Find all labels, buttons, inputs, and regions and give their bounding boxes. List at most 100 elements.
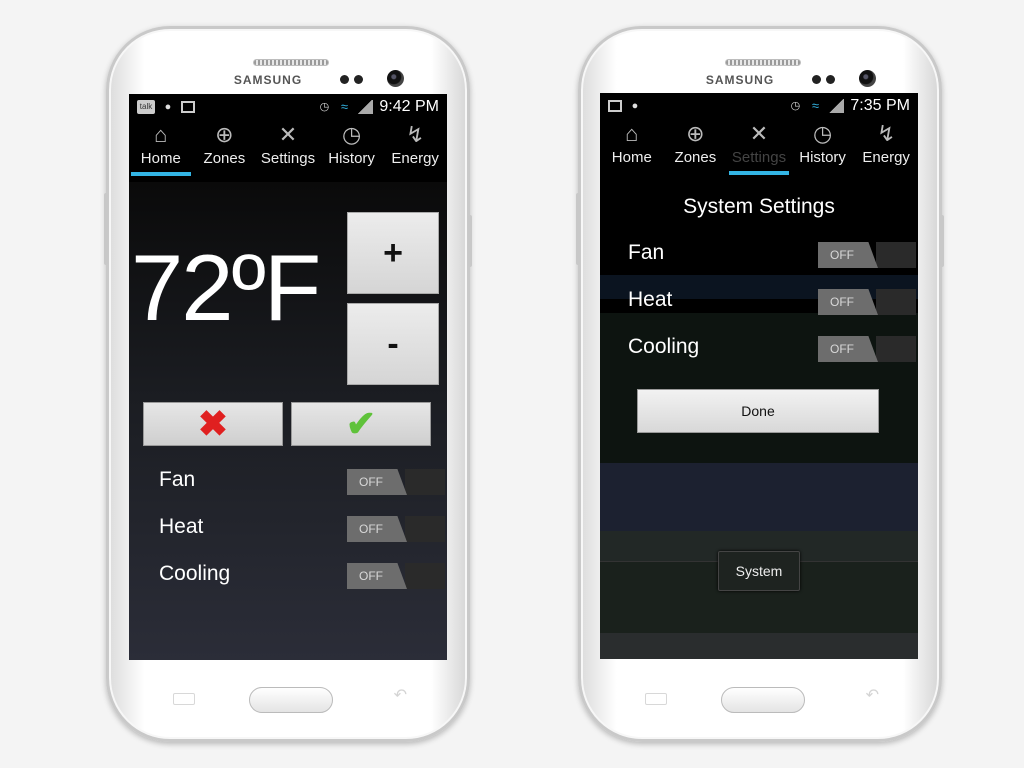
tab-label: Home (140, 150, 181, 167)
signal-icon (828, 99, 845, 113)
lightning-icon: ↯ (405, 122, 425, 147)
tab-label: Settings (260, 150, 316, 167)
menu-key[interactable] (173, 693, 195, 705)
earpiece-speaker (725, 59, 801, 66)
tab-energy[interactable]: ↯ Energy (854, 121, 918, 177)
back-key[interactable]: ↶ (394, 685, 407, 705)
increase-temp-button[interactable]: + (347, 212, 439, 294)
phone-right: SAMSUNG ● ◷ ≈ 7:35 PM ⌂ Home ⊕ Zones ✕ S… (576, 26, 944, 742)
toggle-state: OFF (347, 563, 407, 589)
setting-label: Heat (159, 515, 204, 538)
setting-label: Cooling (159, 562, 231, 585)
setting-row-fan: Fan OFF (600, 237, 918, 273)
cooling-toggle[interactable]: OFF (347, 563, 445, 589)
lightning-icon: ↯ (876, 121, 896, 146)
tab-label: Energy (391, 150, 439, 167)
target-icon: ⊕ (215, 122, 234, 147)
home-icon: ⌂ (154, 122, 168, 147)
brand-logo: SAMSUNG (233, 73, 303, 87)
tab-zones[interactable]: ⊕ Zones (664, 121, 728, 177)
tab-settings[interactable]: ✕ Settings (727, 121, 791, 177)
tab-label: History (328, 150, 375, 167)
setting-row-heat: Heat OFF (129, 511, 447, 547)
wrench-icon: ✕ (749, 121, 769, 146)
setting-row-cooling: Cooling OFF (600, 331, 918, 367)
fan-toggle[interactable]: OFF (347, 469, 445, 495)
tab-history[interactable]: ◷ History (320, 122, 384, 178)
tab-zones[interactable]: ⊕ Zones (193, 122, 257, 178)
cooling-toggle[interactable]: OFF (818, 336, 916, 362)
tab-home[interactable]: ⌂ Home (129, 122, 193, 178)
stage: SAMSUNG talk ● ◷ ≈ 9:42 PM ⌂ Home ⊕ Zone… (0, 0, 1024, 768)
wifi-icon: ≈ (811, 98, 819, 113)
proximity-sensor (340, 75, 349, 84)
person-icon: ● (631, 100, 639, 112)
proximity-sensor (812, 75, 821, 84)
fan-toggle[interactable]: OFF (818, 242, 916, 268)
setting-row-fan: Fan OFF (129, 464, 447, 500)
status-bar: ● ◷ ≈ 7:35 PM (600, 93, 918, 119)
tab-label: Energy (862, 149, 910, 166)
stopwatch-icon: ◷ (341, 122, 362, 147)
toggle-state: OFF (818, 289, 878, 315)
background-band (600, 633, 918, 659)
tab-label: Settings (731, 149, 787, 166)
stopwatch-icon: ◷ (812, 121, 833, 146)
power-key (940, 215, 944, 267)
checkmark-icon: ✔ (345, 403, 377, 444)
system-settings-dialog: System Settings Fan OFF Heat OFF Cooling (600, 181, 918, 659)
home-panel: 72ºF + - ✖ ✔ Fan OFF Heat OFF Cooling OF… (129, 182, 447, 660)
home-button[interactable] (721, 687, 805, 713)
talk-icon: talk (137, 100, 155, 114)
tab-bar: ⌂ Home ⊕ Zones ✕ Settings ◷ History ↯ En… (129, 120, 447, 178)
toggle-state: OFF (818, 242, 878, 268)
light-sensor (354, 75, 363, 84)
heat-toggle[interactable]: OFF (818, 289, 916, 315)
decrease-temp-button[interactable]: - (347, 303, 439, 385)
confirm-button[interactable]: ✔ (291, 402, 431, 446)
home-button[interactable] (249, 687, 333, 713)
front-camera (387, 70, 404, 87)
tab-home[interactable]: ⌂ Home (600, 121, 664, 177)
screen-home: talk ● ◷ ≈ 9:42 PM ⌂ Home ⊕ Zones ✕ Sett… (129, 94, 447, 660)
setting-label: Cooling (628, 335, 700, 358)
alarm-icon: ◷ (790, 100, 801, 112)
toggle-state: OFF (347, 516, 407, 542)
person-icon: ● (164, 101, 172, 113)
back-key[interactable]: ↶ (866, 685, 879, 705)
tab-history[interactable]: ◷ History (791, 121, 855, 177)
tab-label: Zones (203, 150, 246, 167)
system-button[interactable]: System (718, 551, 800, 591)
calendar-icon (181, 101, 195, 113)
tab-label: Zones (674, 149, 717, 166)
tab-energy[interactable]: ↯ Energy (383, 122, 447, 178)
setting-label: Heat (628, 288, 673, 311)
phone-left: SAMSUNG talk ● ◷ ≈ 9:42 PM ⌂ Home ⊕ Zone… (104, 26, 472, 742)
screen-settings: ● ◷ ≈ 7:35 PM ⌂ Home ⊕ Zones ✕ Settings … (600, 93, 918, 659)
setting-label: Fan (628, 241, 665, 264)
setting-row-cooling: Cooling OFF (129, 558, 447, 594)
earpiece-speaker (253, 59, 329, 66)
power-key (468, 215, 472, 267)
volume-key (104, 193, 108, 265)
setting-label: Fan (159, 468, 196, 491)
brand-logo: SAMSUNG (705, 73, 775, 87)
status-bar: talk ● ◷ ≈ 9:42 PM (129, 94, 447, 120)
done-button[interactable]: Done (637, 389, 879, 433)
signal-icon (357, 100, 374, 114)
tab-label: Home (611, 149, 652, 166)
heat-toggle[interactable]: OFF (347, 516, 445, 542)
target-icon: ⊕ (686, 121, 705, 146)
tab-settings[interactable]: ✕ Settings (256, 122, 320, 178)
status-time: 9:42 PM (379, 98, 439, 115)
gallery-icon (608, 100, 622, 112)
status-time: 7:35 PM (850, 97, 910, 114)
close-icon: ✖ (197, 403, 229, 444)
tab-bar: ⌂ Home ⊕ Zones ✕ Settings ◷ History ↯ En… (600, 119, 918, 177)
cancel-button[interactable]: ✖ (143, 402, 283, 446)
volume-key (576, 193, 580, 265)
menu-key[interactable] (645, 693, 667, 705)
toggle-state: OFF (347, 469, 407, 495)
alarm-icon: ◷ (319, 101, 330, 113)
light-sensor (826, 75, 835, 84)
